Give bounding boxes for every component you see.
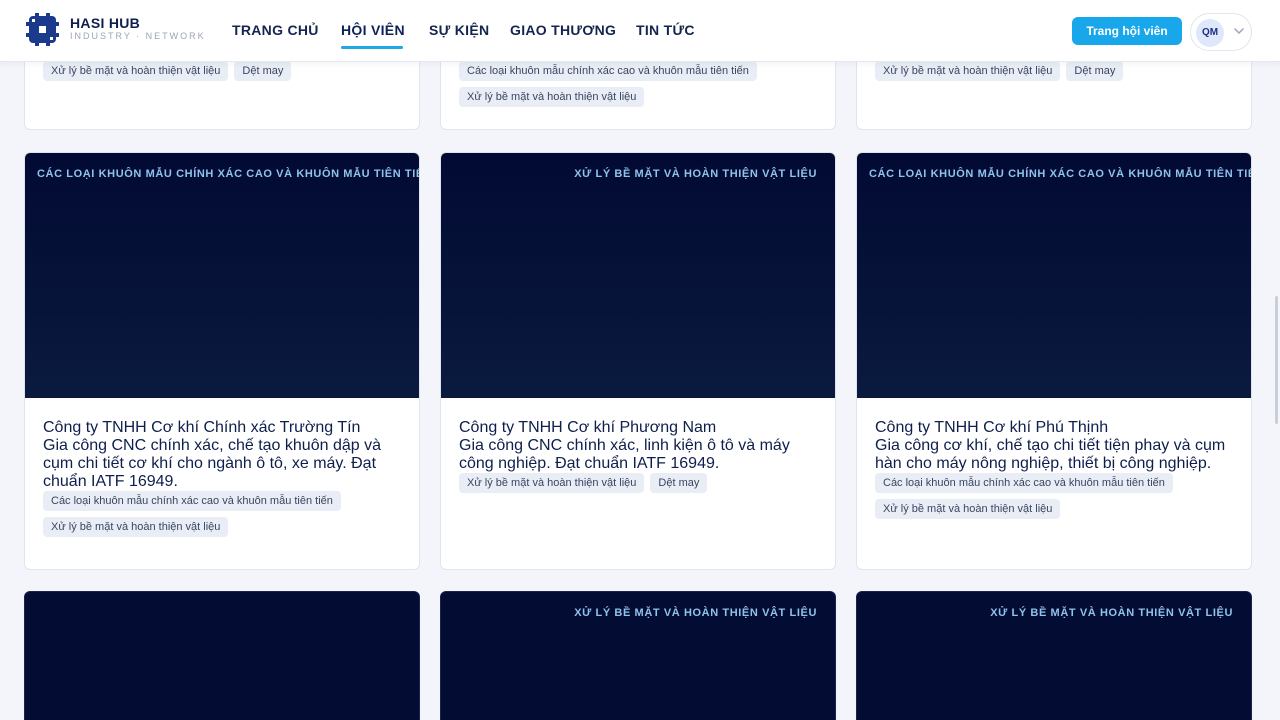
member-card[interactable]: CÁC LOẠI KHUÔN MẪU CHÍNH XÁC CAO VÀ KHUÔ… bbox=[24, 152, 420, 570]
tag[interactable]: Xử lý bề mặt và hoàn thiện vật liệu bbox=[43, 517, 229, 537]
logo-icon[interactable] bbox=[26, 13, 59, 46]
tag-list: Xử lý bề mặt và hoàn thiện vật liệu Dệt … bbox=[875, 61, 1235, 81]
chevron-down-icon bbox=[1234, 28, 1244, 35]
company-title[interactable]: Công ty TNHH Cơ khí Phương Nam bbox=[459, 419, 817, 437]
tag-list: Các loại khuôn mẫu chính xác cao và khuô… bbox=[459, 61, 779, 107]
nav-events[interactable]: SỰ KIỆN bbox=[429, 22, 489, 38]
top-navbar: HASI HUB INDUSTRY · NETWORK TRANG CHỦ HỘ… bbox=[0, 0, 1280, 62]
tag-list: Các loại khuôn mẫu chính xác cao và khuô… bbox=[43, 491, 401, 537]
category-label: XỬ LÝ BỀ MẶT VÀ HOÀN THIỆN VẬT LIỆU bbox=[990, 607, 1233, 619]
category-label: XỬ LÝ BỀ MẶT VÀ HOÀN THIỆN VẬT LIỆU bbox=[574, 168, 817, 180]
brand-tagline: INDUSTRY · NETWORK bbox=[70, 31, 206, 41]
category-label: CÁC LOẠI KHUÔN MẪU CHÍNH XÁC CAO VÀ KHUÔ… bbox=[37, 168, 420, 180]
card-image: CÁC LOẠI KHUÔN MẪU CHÍNH XÁC CAO VÀ KHUÔ… bbox=[857, 153, 1251, 398]
card-image: XỬ LÝ BỀ MẶT VÀ HOÀN THIỆN VẬT LIỆU bbox=[441, 153, 835, 398]
tag-list: Các loại khuôn mẫu chính xác cao và khuô… bbox=[875, 473, 1233, 519]
tag[interactable]: Xử lý bề mặt và hoàn thiện vật liệu bbox=[875, 499, 1061, 519]
tag[interactable]: Các loại khuôn mẫu chính xác cao và khuô… bbox=[459, 61, 757, 81]
member-card[interactable]: XỬ LÝ BỀ MẶT VÀ HOÀN THIỆN VẬT LIỆU bbox=[856, 591, 1252, 720]
nav-home[interactable]: TRANG CHỦ bbox=[232, 22, 319, 38]
member-grid-row: CÁC LOẠI KHUÔN MẪU CHÍNH XÁC CAO VÀ KHUÔ… bbox=[24, 152, 1252, 570]
tag[interactable]: Dệt may bbox=[650, 473, 708, 493]
tag[interactable]: Xử lý bề mặt và hoàn thiện vật liệu bbox=[459, 473, 645, 493]
tag[interactable]: Dệt may bbox=[234, 61, 292, 81]
card-image: CÁC LOẠI KHUÔN MẪU CHÍNH XÁC CAO VÀ KHUÔ… bbox=[25, 153, 419, 398]
tag-list: Xử lý bề mặt và hoàn thiện vật liệu Dệt … bbox=[43, 61, 403, 81]
tag-list: Xử lý bề mặt và hoàn thiện vật liệu Dệt … bbox=[459, 473, 817, 493]
company-description: Gia công CNC chính xác, linh kiện ô tô v… bbox=[459, 437, 790, 472]
scrollbar-thumb[interactable] bbox=[1275, 296, 1278, 424]
tag[interactable]: Các loại khuôn mẫu chính xác cao và khuô… bbox=[43, 491, 341, 511]
tag[interactable]: Xử lý bề mặt và hoàn thiện vật liệu bbox=[459, 87, 645, 107]
member-grid-row-bottom: XỬ LÝ BỀ MẶT VÀ HOÀN THIỆN VẬT LIỆU XỬ L… bbox=[24, 591, 1252, 720]
member-card[interactable]: CÁC LOẠI KHUÔN MẪU CHÍNH XÁC CAO VÀ KHUÔ… bbox=[856, 152, 1252, 570]
user-menu[interactable]: QM bbox=[1190, 13, 1252, 51]
member-card[interactable] bbox=[24, 591, 420, 720]
nav-members[interactable]: HỘI VIÊN bbox=[341, 22, 405, 38]
company-title[interactable]: Công ty TNHH Cơ khí Phú Thịnh bbox=[875, 419, 1233, 437]
member-page-button[interactable]: Trang hội viên bbox=[1072, 17, 1182, 45]
company-description: Gia công CNC chính xác, chế tạo khuôn dậ… bbox=[43, 437, 381, 490]
member-card[interactable]: XỬ LÝ BỀ MẶT VÀ HOÀN THIỆN VẬT LIỆU bbox=[440, 591, 836, 720]
company-description: Gia công cơ khí, chế tạo chi tiết tiện p… bbox=[875, 437, 1226, 472]
nav-news[interactable]: TIN TỨC bbox=[636, 22, 695, 38]
category-label: CÁC LOẠI KHUÔN MẪU CHÍNH XÁC CAO VÀ KHUÔ… bbox=[869, 168, 1252, 180]
tag[interactable]: Xử lý bề mặt và hoàn thiện vật liệu bbox=[43, 61, 229, 81]
avatar[interactable]: QM bbox=[1196, 19, 1224, 47]
active-nav-indicator bbox=[341, 46, 403, 49]
member-card[interactable]: XỬ LÝ BỀ MẶT VÀ HOÀN THIỆN VẬT LIỆU Công… bbox=[440, 152, 836, 570]
category-label: XỬ LÝ BỀ MẶT VÀ HOÀN THIỆN VẬT LIỆU bbox=[574, 607, 817, 619]
tag[interactable]: Dệt may bbox=[1066, 61, 1124, 81]
brand-name[interactable]: HASI HUB bbox=[70, 15, 140, 31]
nav-trade[interactable]: GIAO THƯƠNG bbox=[510, 22, 616, 38]
company-title[interactable]: Công ty TNHH Cơ khí Chính xác Trường Tín bbox=[43, 419, 401, 437]
tag[interactable]: Xử lý bề mặt và hoàn thiện vật liệu bbox=[875, 61, 1061, 81]
tag[interactable]: Các loại khuôn mẫu chính xác cao và khuô… bbox=[875, 473, 1173, 493]
